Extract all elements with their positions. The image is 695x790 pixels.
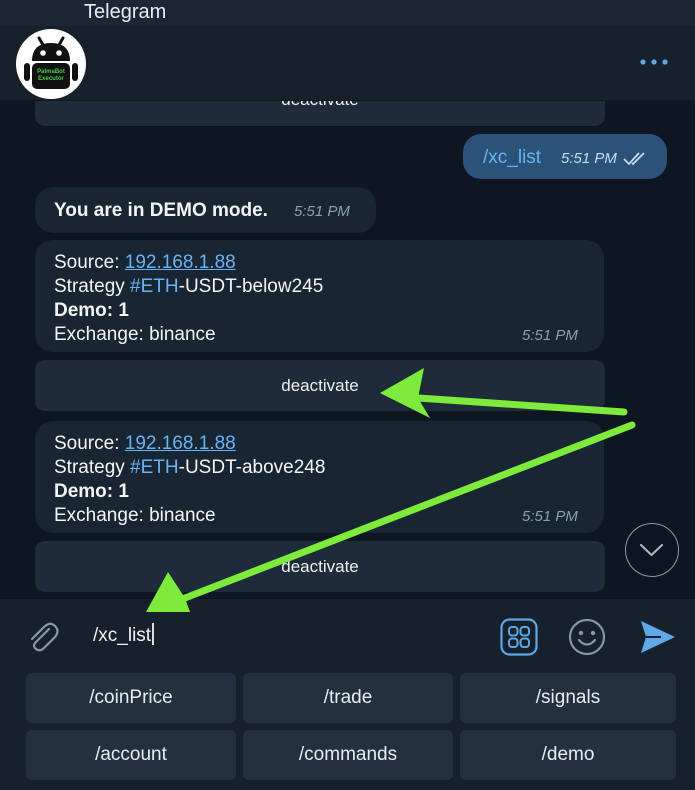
reply-button-commands-label: /commands [298, 744, 398, 765]
strategy1-demo: Demo: 1 [54, 300, 129, 321]
strategy2-source-link[interactable]: 192.168.1.88 [125, 433, 236, 454]
strategy2-strategy-line: Strategy #ETH-USDT-above248 [54, 457, 325, 479]
reply-button-account-label: /account [95, 744, 167, 765]
status-app-name: Telegram [84, 1, 167, 23]
demo-mode-message: You are in DEMO mode. 5:51 PM [35, 187, 376, 233]
reply-button-demo-label: /demo [541, 744, 595, 765]
reply-button-demo[interactable]: /demo [460, 730, 676, 780]
strategy1-source-label: Source: [54, 252, 125, 273]
reply-keyboard: /coinPrice /trade /signals /account /com… [0, 672, 695, 790]
chat-header: PalmaBot Executor [0, 26, 695, 101]
strategy1-strategy-line: Strategy #ETH-USDT-below245 [54, 276, 323, 298]
reply-button-commands[interactable]: /commands [243, 730, 453, 780]
strategy1-source-line: Source: 192.168.1.88 [54, 252, 236, 274]
deactivate-label-2: deactivate [281, 556, 359, 576]
outgoing-message[interactable]: /xc_list 5:51 PM [463, 134, 667, 179]
strategy2-hashtag[interactable]: #ETH [130, 457, 179, 478]
message-input[interactable]: /xc_list [93, 623, 154, 647]
strategy2-exchange: Exchange: binance [54, 505, 216, 526]
strategy2-source-line: Source: 192.168.1.88 [54, 433, 236, 455]
strategy1-strategy-rest: -USDT-below245 [178, 276, 324, 297]
attach-icon[interactable] [22, 617, 62, 657]
status-bar: Telegram [0, 0, 695, 26]
prev-deactivate-label: deactivate [281, 101, 359, 110]
strategy1-time: 5:51 PM [522, 327, 578, 344]
reply-button-signals[interactable]: /signals [460, 673, 676, 723]
message-input-bar: /xc_list [0, 598, 695, 673]
read-checkmarks-icon [623, 152, 645, 166]
strategy1-exchange: Exchange: binance [54, 324, 216, 345]
emoji-icon[interactable] [568, 618, 606, 656]
strategy1-hashtag[interactable]: #ETH [130, 276, 179, 297]
avatar-label-line1: PalmaBot [37, 69, 65, 75]
demo-mode-text: You are in DEMO mode. [54, 200, 268, 221]
strategy2-time: 5:51 PM [522, 508, 578, 525]
strategy2-strategy-rest: -USDT-above248 [178, 457, 326, 478]
more-options-icon[interactable] [636, 52, 672, 72]
chat-history[interactable]: deactivate /xc_list 5:51 PM You are in D… [0, 101, 695, 598]
android-robot-icon: PalmaBot Executor [24, 36, 78, 89]
chevron-down-icon [639, 543, 664, 557]
reply-button-trade-label: /trade [323, 687, 373, 708]
avatar-label-line2: Executor [38, 76, 64, 82]
reply-button-coinprice[interactable]: /coinPrice [26, 673, 236, 723]
reply-button-trade[interactable]: /trade [243, 673, 453, 723]
reply-button-signals-label: /signals [535, 687, 601, 708]
scroll-to-bottom-button[interactable] [625, 523, 679, 577]
deactivate-button-1[interactable]: deactivate [35, 360, 605, 411]
strategy2-strategy-label: Strategy [54, 457, 131, 478]
send-icon[interactable] [639, 619, 677, 655]
strategy-message-2: Source: 192.168.1.88 Strategy #ETH-USDT-… [35, 421, 604, 533]
strategy1-source-link[interactable]: 192.168.1.88 [125, 252, 236, 273]
demo-mode-time: 5:51 PM [294, 203, 350, 220]
bot-keyboard-icon[interactable] [500, 618, 538, 656]
avatar[interactable]: PalmaBot Executor [16, 29, 86, 99]
deactivate-button-2[interactable]: deactivate [35, 541, 605, 592]
strategy1-strategy-label: Strategy [54, 276, 131, 297]
text-caret [152, 623, 154, 645]
reply-button-account[interactable]: /account [26, 730, 236, 780]
reply-button-coinprice-label: /coinPrice [89, 687, 173, 708]
strategy-message-1: Source: 192.168.1.88 Strategy #ETH-USDT-… [35, 240, 604, 352]
strategy2-source-label: Source: [54, 433, 125, 454]
message-input-value: /xc_list [93, 625, 152, 646]
strategy2-demo: Demo: 1 [54, 481, 129, 502]
prev-deactivate-button[interactable]: deactivate [35, 101, 605, 126]
outgoing-command-text[interactable]: /xc_list [483, 147, 541, 169]
outgoing-time: 5:51 PM [561, 150, 617, 167]
deactivate-label-1: deactivate [281, 375, 359, 395]
